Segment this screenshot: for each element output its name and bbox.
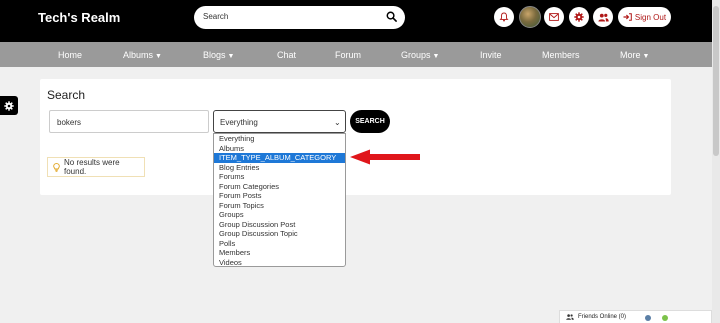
option-forums[interactable]: Forums: [214, 172, 345, 182]
option-polls[interactable]: Polls: [214, 239, 345, 249]
scrollbar-thumb[interactable]: [713, 6, 719, 156]
search-query-value: bokers: [57, 118, 82, 127]
nav-label-members: Members: [542, 50, 580, 60]
chevron-down-icon: ▼: [227, 53, 235, 60]
gear-icon: [574, 12, 584, 22]
notifications-button[interactable]: [494, 7, 514, 27]
search-type-select[interactable]: Everything ⌄: [213, 110, 346, 133]
chevron-down-icon: ▼: [432, 53, 440, 60]
option-group-discussion-post[interactable]: Group Discussion Post: [214, 220, 345, 230]
status-dot: [662, 315, 668, 321]
nav-item-members[interactable]: Members: [542, 50, 580, 60]
nav-label-forum: Forum: [335, 50, 362, 60]
option-videos[interactable]: Videos: [214, 258, 345, 268]
option-members[interactable]: Members: [214, 248, 345, 258]
nav-item-blogs[interactable]: Blogs ▼: [203, 50, 234, 60]
settings-button[interactable]: [569, 7, 589, 27]
users-icon: [597, 13, 609, 21]
option-groups[interactable]: Groups: [214, 210, 345, 220]
nav-item-forum[interactable]: Forum: [335, 50, 361, 60]
envelope-icon: [549, 13, 559, 21]
option-forum-posts[interactable]: Forum Posts: [214, 191, 345, 201]
nav-label-chat: Chat: [277, 50, 297, 60]
option-album-category[interactable]: ITEM_TYPE_ALBUM_CATEGORY: [214, 153, 345, 163]
nav-label-home: Home: [58, 50, 83, 60]
header-search-placeholder: Search: [203, 12, 229, 21]
option-albums[interactable]: Albums: [214, 144, 345, 154]
header-search-input[interactable]: Search: [194, 6, 405, 29]
nav-label-blogs: Blogs: [203, 50, 226, 60]
sign-out-label: Sign Out: [634, 12, 667, 22]
option-blog-entries[interactable]: Blog Entries: [214, 163, 345, 173]
sign-out-button[interactable]: Sign Out: [618, 7, 671, 27]
search-button[interactable]: SEARCH: [350, 110, 390, 133]
no-results-text: No results were found.: [64, 158, 120, 176]
option-everything[interactable]: Everything: [214, 134, 345, 144]
annotation-arrow-icon: [350, 149, 420, 165]
friends-online-bar[interactable]: Friends Online (0): [559, 310, 712, 323]
nav-item-invite[interactable]: Invite: [480, 50, 502, 60]
top-header: Tech's Realm Search Sign Out: [0, 0, 712, 42]
lightbulb-icon: [53, 162, 60, 172]
option-forum-topics[interactable]: Forum Topics: [214, 201, 345, 211]
search-type-options: Everything Albums ITEM_TYPE_ALBUM_CATEGO…: [213, 133, 346, 267]
sign-out-icon: [623, 13, 632, 21]
site-title[interactable]: Tech's Realm: [38, 10, 120, 25]
search-icon[interactable]: [386, 11, 397, 22]
bell-icon: [499, 12, 509, 22]
nav-item-chat[interactable]: Chat: [277, 50, 296, 60]
users-icon: [566, 314, 574, 320]
page-scrollbar[interactable]: [712, 0, 720, 323]
no-results-notice: No results were found.: [47, 157, 145, 177]
nav-label-more: More: [620, 50, 641, 60]
messages-button[interactable]: [544, 7, 564, 27]
nav-label-groups: Groups: [401, 50, 431, 60]
option-group-discussion-topic[interactable]: Group Discussion Topic: [214, 229, 345, 239]
nav-item-home[interactable]: Home: [58, 50, 82, 60]
status-dot: [645, 315, 651, 321]
search-query-input[interactable]: bokers: [49, 110, 209, 133]
chevron-down-icon: ▼: [642, 53, 650, 60]
friends-button[interactable]: [593, 7, 613, 27]
gear-icon: [4, 100, 14, 111]
chevron-down-icon: ▼: [155, 53, 162, 60]
nav-label-invite: Invite: [480, 50, 502, 60]
page-title: Search: [47, 88, 86, 102]
search-panel: [40, 79, 671, 195]
user-avatar[interactable]: [519, 6, 541, 28]
option-forum-categories[interactable]: Forum Categories: [214, 182, 345, 192]
nav-item-more[interactable]: More ▼: [620, 50, 649, 60]
nav-label-albums: Albums: [123, 50, 154, 60]
main-nav: Home Albums ▼ Blogs ▼ Chat Forum Groups ▼ I…: [0, 42, 712, 67]
nav-item-albums[interactable]: Albums ▼: [123, 50, 162, 60]
nav-item-groups[interactable]: Groups ▼: [401, 50, 439, 60]
friends-online-label: Friends Online (0): [578, 314, 627, 320]
chevron-down-icon: ⌄: [334, 118, 341, 127]
search-type-value: Everything: [220, 118, 258, 127]
floating-settings-button[interactable]: [0, 96, 18, 115]
